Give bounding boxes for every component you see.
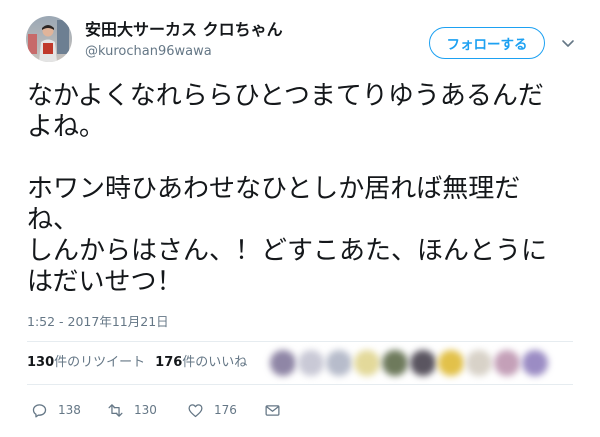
tweet-text-line: ホワン時ひあわせなひとしか居れば無理だ [27, 174, 521, 204]
like-stat[interactable]: 176件のいいね [155, 354, 247, 372]
tweet-text-line: しんからはさん、！どすこあた、ほんとうに [27, 236, 548, 266]
heart-icon[interactable] [187, 402, 204, 419]
liker-avatar[interactable] [326, 350, 352, 376]
like-stat-label: 件のいいね [182, 355, 248, 370]
liker-avatar[interactable] [494, 350, 520, 376]
tweet-card: 安田大サーカス クロちゃん @kurochan96wawa フォローする なかよ… [0, 0, 600, 437]
tweet-paragraph: ホワン時ひあわせなひとしか居れば無理だ ね、 しんからはさん、！どすこあた、ほん… [27, 174, 573, 298]
reply-count: 138 [58, 403, 81, 417]
liker-avatar[interactable] [522, 350, 548, 376]
tweet-text: なかよくなれららひとつまてりゆうあるんだ よね。 ホワン時ひあわせなひとしか居れ… [27, 81, 573, 298]
retweet-count: 130 [134, 403, 157, 417]
display-name[interactable]: 安田大サーカス クロちゃん [85, 19, 283, 41]
profile-avatar[interactable] [26, 16, 72, 62]
tweet-timestamp[interactable]: 1:52 - 2017年11月21日 [27, 314, 169, 330]
follow-button-label: フォローする [446, 37, 528, 53]
direct-message-button[interactable] [264, 401, 281, 419]
like-count: 176 [214, 403, 237, 417]
tweet-text-line: はだいせつ！ [27, 267, 183, 297]
username-handle[interactable]: @kurochan96wawa [85, 44, 212, 60]
retweet-stat-count: 130 [27, 355, 55, 370]
tweet-text-line: ね、 [27, 205, 80, 235]
liker-avatar[interactable] [410, 350, 436, 376]
avatar-photo [26, 16, 72, 62]
retweet-stat[interactable]: 130件のリツイート [27, 354, 145, 372]
liker-avatar[interactable] [438, 350, 464, 376]
liker-avatar[interactable] [354, 350, 380, 376]
like-stat-count: 176 [155, 355, 183, 370]
reply-button[interactable]: 138 [31, 401, 81, 419]
mail-icon[interactable] [264, 402, 281, 419]
follow-button[interactable]: フォローする [429, 27, 545, 59]
retweet-icon[interactable] [107, 402, 124, 419]
divider [27, 384, 573, 385]
retweet-button[interactable]: 130 [107, 401, 157, 419]
chevron-down-icon-graphic [562, 40, 574, 47]
liker-avatar[interactable] [466, 350, 492, 376]
retweet-stat-label: 件のリツイート [54, 355, 146, 370]
liker-avatar[interactable] [382, 350, 408, 376]
divider [27, 341, 573, 342]
tweet-text-line: なかよくなれららひとつまてりゆうあるんだ [27, 81, 544, 111]
engagement-stats: 130件のリツイート 176件のいいね [27, 354, 247, 372]
tweet-paragraph: なかよくなれららひとつまてりゆうあるんだ よね。 [27, 81, 573, 143]
tweet-text-line: よね。 [27, 112, 106, 142]
chevron-down-icon[interactable] [560, 35, 576, 51]
like-button[interactable]: 176 [187, 401, 237, 419]
liker-avatars [270, 348, 560, 378]
liker-avatar[interactable] [298, 350, 324, 376]
liker-avatar[interactable] [270, 350, 296, 376]
reply-icon[interactable] [31, 402, 48, 419]
